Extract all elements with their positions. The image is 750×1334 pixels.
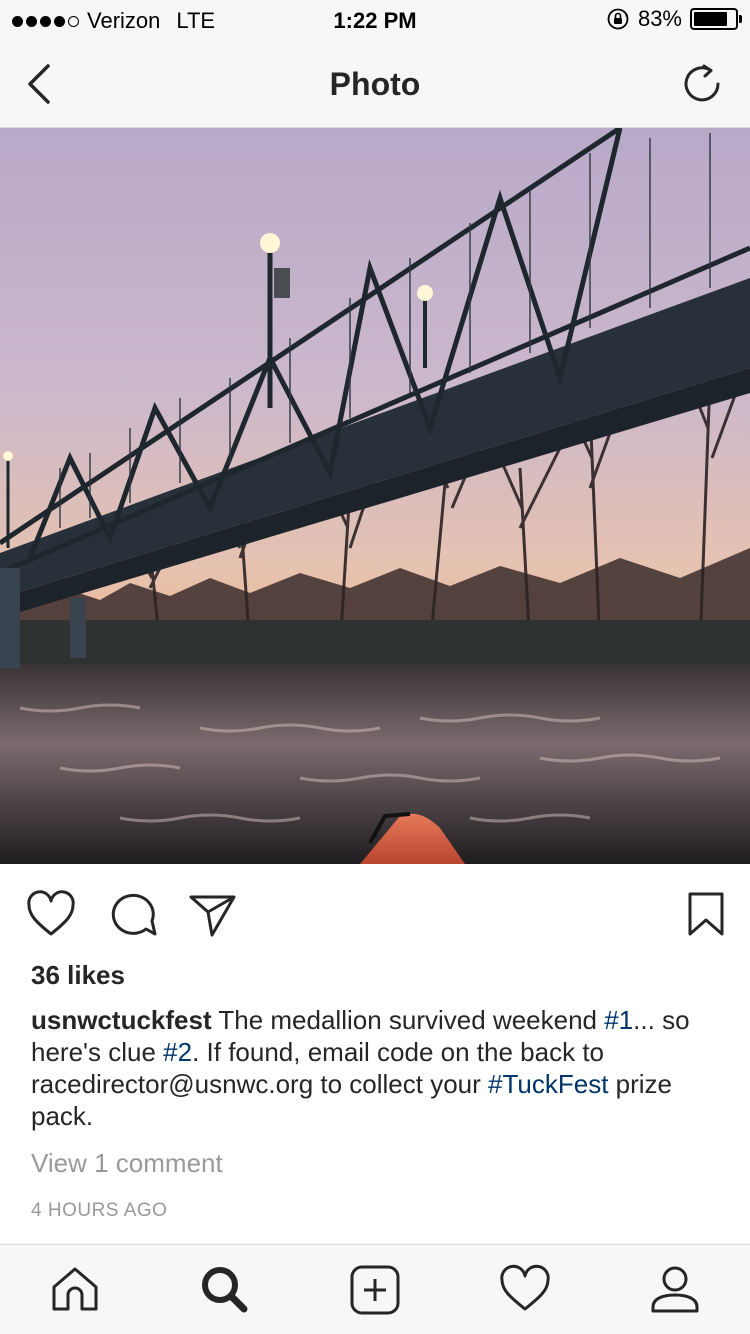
post-photo[interactable] [0, 128, 750, 864]
comment-button[interactable] [108, 890, 158, 940]
tab-home[interactable] [48, 1263, 102, 1317]
nav-header: Photo [0, 40, 750, 128]
hashtag-link[interactable]: #2 [163, 1037, 192, 1067]
battery-icon [690, 8, 742, 30]
heart-icon [27, 890, 75, 936]
profile-icon [651, 1266, 699, 1313]
bookmark-icon [688, 892, 724, 936]
hashtag-link[interactable]: #1 [604, 1005, 633, 1035]
activity-heart-icon [500, 1264, 550, 1311]
search-icon [202, 1267, 248, 1313]
comment-bubble-icon [111, 893, 157, 936]
post-caption: usnwctuckfest The medallion survived wee… [31, 1004, 731, 1132]
caption-text: The medallion survived weekend [211, 1005, 605, 1035]
status-bar: Verizon LTE 1:22 PM 83% [0, 0, 750, 40]
refresh-button[interactable] [680, 62, 724, 106]
status-right: 83% [606, 6, 742, 32]
post-timestamp: 4 HOURS AGO [31, 1200, 168, 1221]
tab-new-post[interactable] [348, 1263, 402, 1317]
tab-profile[interactable] [648, 1263, 702, 1317]
post-actions [0, 864, 750, 960]
like-button[interactable] [26, 890, 76, 940]
likes-count[interactable]: 36 likes [31, 960, 125, 991]
bottom-tab-bar [0, 1244, 750, 1334]
add-post-icon [350, 1265, 400, 1315]
tab-activity[interactable] [498, 1263, 552, 1317]
share-button[interactable] [188, 890, 238, 940]
hashtag-link[interactable]: #TuckFest [488, 1069, 608, 1099]
refresh-icon [684, 64, 720, 102]
tab-search[interactable] [198, 1263, 252, 1317]
view-comments-link[interactable]: View 1 comment [31, 1148, 223, 1179]
caption-username[interactable]: usnwctuckfest [31, 1005, 212, 1035]
save-button[interactable] [682, 890, 732, 940]
page-title: Photo [329, 66, 421, 102]
send-icon [189, 895, 236, 937]
home-icon [52, 1267, 98, 1311]
bridge-sunset-photo [0, 128, 750, 864]
battery-percent: 83% [637, 6, 682, 31]
rotation-lock-icon [607, 8, 629, 30]
battery-level-fill [694, 12, 728, 26]
